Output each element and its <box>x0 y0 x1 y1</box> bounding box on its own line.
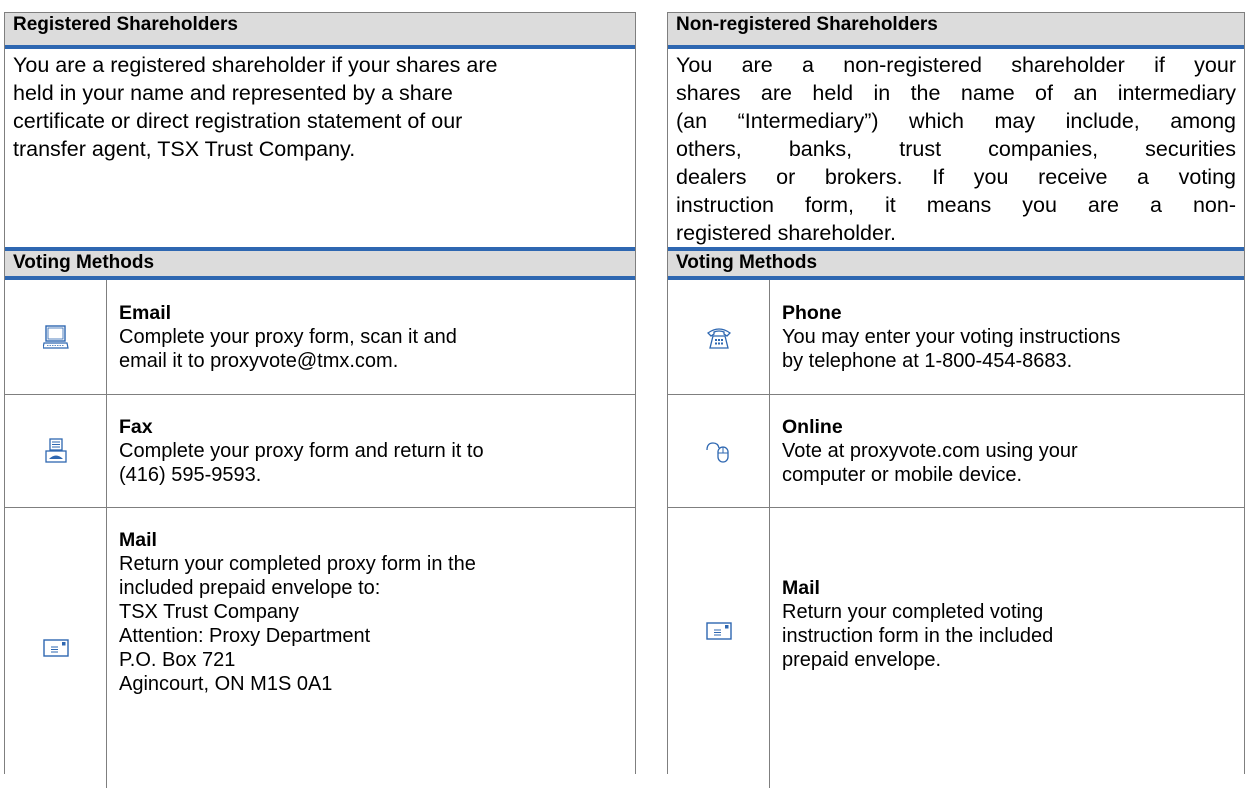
voting-method-online: Online Vote at proxyvote.com using your … <box>668 395 1244 508</box>
icon-cell <box>668 395 770 507</box>
intro-line: You are a registered shareholder if your… <box>13 53 498 77</box>
voting-method-phone: Phone You may enter your voting instruct… <box>668 280 1244 395</box>
registered-shareholders-header: Registered Shareholders <box>5 13 635 49</box>
telephone-icon <box>706 328 731 349</box>
intro-line: instruction form, it means you are a non… <box>676 193 1236 217</box>
voting-method-mail: Mail Return your completed voting instru… <box>668 508 1244 788</box>
method-line: Complete your proxy form, scan it and <box>119 326 457 348</box>
method-text: Mail Return your completed voting instru… <box>770 508 1244 788</box>
icon-cell <box>668 508 770 788</box>
method-line: You may enter your voting instructions <box>782 326 1121 348</box>
method-line: instruction form in the included <box>782 625 1054 647</box>
method-title: Mail <box>782 577 820 599</box>
voting-methods-header: Voting Methods <box>668 247 1244 280</box>
method-line: Agincourt, ON M1S 0A1 <box>119 673 333 695</box>
envelope-icon <box>705 622 732 640</box>
method-line: Vote at proxyvote.com using your <box>782 440 1078 462</box>
intro-line: dealers or brokers. If you receive a vot… <box>676 165 1236 189</box>
method-title: Mail <box>119 529 157 551</box>
non-registered-shareholders-header: Non-registered Shareholders <box>668 13 1244 49</box>
method-text: Fax Complete your proxy form and return … <box>107 395 635 507</box>
method-line: (416) 595-9593. <box>119 464 262 486</box>
envelope-icon <box>42 639 69 657</box>
intro-line: held in your name and represented by a s… <box>13 81 453 105</box>
intro-line: others, banks, trust companies, securiti… <box>676 137 1236 161</box>
method-text: Email Complete your proxy form, scan it … <box>107 280 635 394</box>
method-title: Online <box>782 416 843 438</box>
intro-line: registered shareholder. <box>676 221 896 245</box>
method-line: TSX Trust Company <box>119 601 300 623</box>
method-line: computer or mobile device. <box>782 464 1023 486</box>
computer-icon <box>42 325 69 349</box>
registered-shareholders-description: You are a registered shareholder if your… <box>5 51 635 163</box>
method-title: Email <box>119 302 172 324</box>
voting-methods-header: Voting Methods <box>5 247 635 280</box>
icon-cell <box>5 395 107 507</box>
intro-line: You are a non-registered shareholder if … <box>676 53 1236 77</box>
intro-line: shares are held in the name of an interm… <box>676 81 1236 105</box>
method-line: email it to proxyvote@tmx.com. <box>119 350 399 372</box>
method-line: P.O. Box 721 <box>119 649 236 671</box>
method-line: Return your completed proxy form in the <box>119 553 476 575</box>
mouse-icon <box>705 442 729 463</box>
intro-line: (an “Intermediary”) which may include, a… <box>676 109 1236 133</box>
voting-method-mail: Mail Return your completed proxy form in… <box>5 508 635 788</box>
method-line: prepaid envelope. <box>782 649 942 671</box>
intro-line: certificate or direct registration state… <box>13 109 463 133</box>
intro-line: transfer agent, TSX Trust Company. <box>13 137 356 161</box>
method-line: by telephone at 1-800-454-8683. <box>782 350 1073 372</box>
icon-cell <box>5 508 107 788</box>
icon-cell <box>5 280 107 394</box>
fax-icon <box>44 438 67 463</box>
method-line: included prepaid envelope to: <box>119 577 381 599</box>
method-text: Phone You may enter your voting instruct… <box>770 280 1244 394</box>
icon-cell <box>668 280 770 394</box>
voting-method-email: Email Complete your proxy form, scan it … <box>5 280 635 395</box>
registered-shareholders-panel: Registered Shareholders You are a regist… <box>4 12 636 788</box>
non-registered-shareholders-description: You are a non-registered shareholder if … <box>668 51 1244 247</box>
non-registered-shareholders-panel: Non-registered Shareholders You are a no… <box>667 12 1245 788</box>
method-line: Return your completed voting <box>782 601 1044 623</box>
method-text: Online Vote at proxyvote.com using your … <box>770 395 1244 507</box>
method-title: Fax <box>119 416 153 438</box>
voting-method-fax: Fax Complete your proxy form and return … <box>5 395 635 508</box>
method-line: Attention: Proxy Department <box>119 625 371 647</box>
method-title: Phone <box>782 302 842 324</box>
method-text: Mail Return your completed proxy form in… <box>107 508 635 788</box>
method-line: Complete your proxy form and return it t… <box>119 440 484 462</box>
